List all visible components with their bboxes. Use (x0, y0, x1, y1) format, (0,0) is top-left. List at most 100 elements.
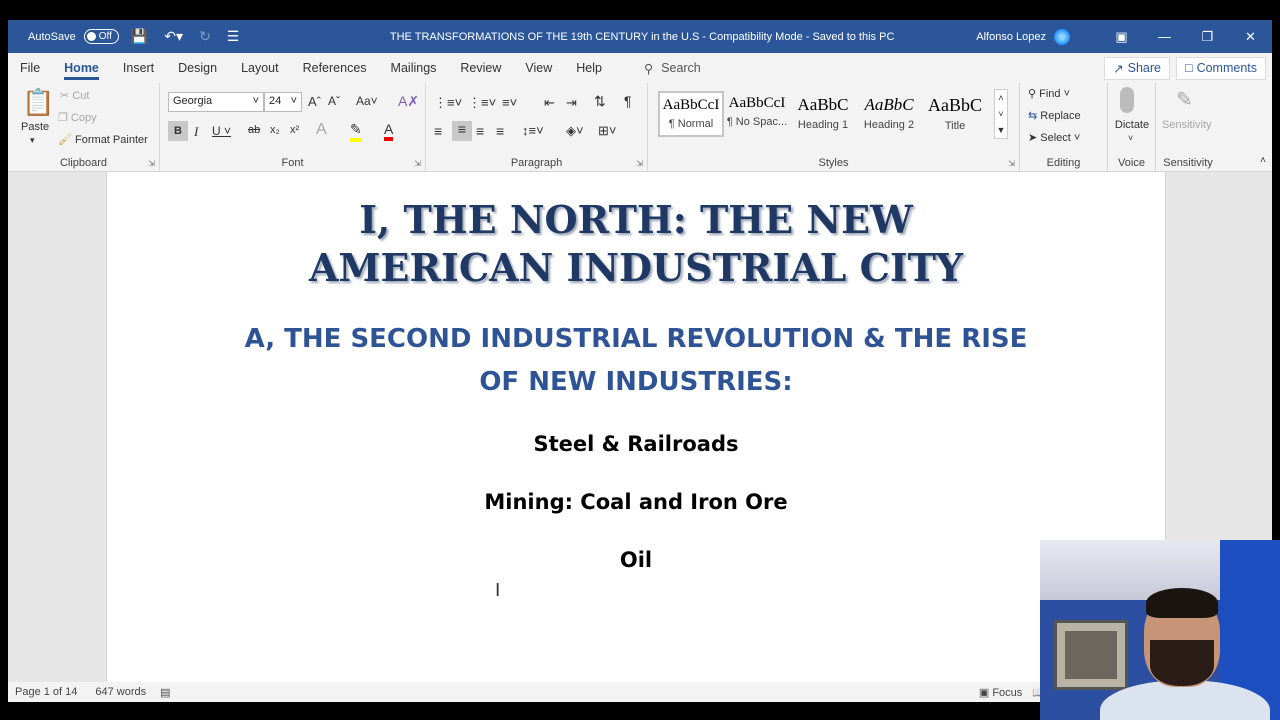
paragraph-group: ⋮≡˅ ⋮≡˅ ≡˅ ⇤ ⇥ ⇅ ¶ ≡ ≡ ≡ ≡ ↕≡˅ ◈˅ ⊞˅ Par… (426, 83, 648, 172)
borders-icon[interactable]: ⊞˅ (598, 123, 616, 139)
strikethrough-button[interactable]: ab (248, 124, 260, 136)
microphone-icon[interactable] (1120, 87, 1134, 113)
heading-1[interactable]: I, THE NORTH: THE NEW AMERICAN INDUSTRIA… (107, 196, 1165, 292)
tab-file[interactable]: File (8, 53, 52, 83)
line-spacing-icon[interactable]: ↕≡˅ (522, 123, 544, 138)
wall-picture-frame (1054, 620, 1128, 690)
proofing-icon[interactable]: ▤ (146, 686, 170, 699)
change-case-icon[interactable]: Aa˅ (356, 94, 378, 108)
paste-dropdown-icon[interactable]: ▾ (30, 135, 35, 146)
dictate-dropdown-icon[interactable]: ˅ (1128, 133, 1133, 143)
save-icon[interactable]: 💾 (127, 28, 152, 45)
sensitivity-button[interactable]: Sensitivity (1162, 119, 1212, 131)
cursor-icon: ➤ (1028, 132, 1038, 144)
copy-button[interactable]: ❐ Copy (58, 111, 97, 124)
body-line-steel[interactable]: Steel & Railroads (107, 432, 1165, 456)
search-box[interactable]: ⚲ Search (644, 61, 701, 76)
style-title[interactable]: AaBbC Title (922, 91, 988, 137)
italic-button[interactable]: I (194, 124, 198, 140)
font-launcher-icon[interactable]: ⇲ (414, 159, 421, 168)
replace-button[interactable]: ⇆ Replace (1028, 109, 1081, 122)
tab-insert[interactable]: Insert (111, 53, 166, 83)
decrease-indent-icon[interactable]: ⇤ (544, 95, 555, 111)
sensitivity-icon[interactable]: ✎ (1176, 87, 1193, 112)
tab-help[interactable]: Help (564, 53, 614, 83)
align-right-icon[interactable]: ≡ (476, 123, 484, 139)
editing-group-label: Editing (1046, 157, 1081, 169)
tab-home[interactable]: Home (52, 53, 111, 83)
font-group: Georgia ˅ 24 ˅ Aˆ Aˇ Aa˅ A✗ B I U ˅ ab x₂ … (160, 83, 426, 172)
dictate-button[interactable]: Dictate (1108, 119, 1156, 131)
customize-quick-access-icon[interactable]: ☰ (223, 28, 244, 45)
multilevel-list-icon[interactable]: ≡˅ (502, 95, 517, 110)
share-button[interactable]: ↗ Share (1104, 56, 1170, 80)
bold-button[interactable]: B (168, 121, 188, 141)
body-line-mining[interactable]: Mining: Coal and Iron Ore (107, 490, 1165, 514)
search-icon: ⚲ (644, 61, 654, 76)
font-color-icon[interactable]: A (384, 121, 394, 141)
restore-button[interactable]: ❐ (1186, 29, 1229, 45)
close-button[interactable]: ✕ (1229, 29, 1272, 45)
heading-2[interactable]: A, THE SECOND INDUSTRIAL REVOLUTION & TH… (107, 318, 1165, 404)
numbering-icon[interactable]: ⋮≡˅ (468, 95, 496, 111)
comments-button[interactable]: □ Comments (1176, 56, 1266, 80)
voice-group: Dictate ˅ Voice (1108, 83, 1156, 172)
ribbon-display-options-icon[interactable]: ▣ (1100, 29, 1143, 45)
paste-icon[interactable]: 📋 (22, 87, 54, 118)
find-button[interactable]: ⚲ Find ˅ (1028, 87, 1070, 100)
subscript-button[interactable]: x₂ (270, 124, 280, 136)
format-painter-button[interactable]: 🖌 Format Painter (58, 133, 148, 146)
user-name[interactable]: Alfonso Lopez (976, 31, 1054, 43)
increase-indent-icon[interactable]: ⇥ (566, 95, 577, 111)
autosave-toggle[interactable]: Off (83, 29, 119, 44)
paste-button[interactable]: Paste (21, 121, 49, 133)
styles-scroll[interactable]: ˄ ˅ ▼ (994, 89, 1008, 139)
font-size-value: 24 (269, 95, 282, 107)
clipboard-launcher-icon[interactable]: ⇲ (148, 159, 155, 168)
style-normal[interactable]: AaBbCcI ¶ Normal (658, 91, 724, 137)
shrink-font-icon[interactable]: Aˇ (328, 94, 340, 108)
tab-review[interactable]: Review (448, 53, 513, 83)
font-name-select[interactable]: Georgia ˅ (168, 92, 264, 112)
text-effects-icon[interactable]: A (316, 121, 327, 139)
styles-launcher-icon[interactable]: ⇲ (1008, 159, 1015, 168)
page-count[interactable]: Page 1 of 14 (8, 686, 77, 698)
word-count[interactable]: 647 words (77, 686, 146, 698)
cut-button[interactable]: ✂ Cut (60, 89, 89, 102)
clear-formatting-icon[interactable]: A✗ (398, 93, 419, 110)
style-heading-2[interactable]: AaBbC Heading 2 (856, 91, 922, 137)
collapse-ribbon-icon[interactable]: ˄ (1260, 155, 1266, 166)
tab-references[interactable]: References (291, 53, 379, 83)
align-left-icon[interactable]: ≡ (434, 123, 442, 139)
style-heading-1[interactable]: AaBbC Heading 1 (790, 91, 856, 137)
underline-button[interactable]: U ˅ (212, 124, 231, 138)
justify-icon[interactable]: ≡ (496, 123, 504, 139)
style-no-spacing[interactable]: AaBbCcI ¶ No Spac... (724, 91, 790, 137)
text-cursor-icon: I (495, 580, 501, 601)
bullets-icon[interactable]: ⋮≡˅ (434, 95, 462, 111)
minimize-button[interactable]: — (1143, 29, 1186, 44)
tab-view[interactable]: View (513, 53, 564, 83)
tab-design[interactable]: Design (166, 53, 229, 83)
tab-mailings[interactable]: Mailings (379, 53, 449, 83)
tab-layout[interactable]: Layout (229, 53, 291, 83)
sort-icon[interactable]: ⇅ (594, 93, 606, 110)
account-avatar-icon[interactable] (1054, 28, 1070, 45)
font-size-select[interactable]: 24 ˅ (264, 92, 302, 112)
select-button[interactable]: ➤ Select ˅ (1028, 131, 1080, 144)
align-center-icon[interactable]: ≡ (452, 121, 472, 141)
highlight-icon[interactable]: ✎ (350, 121, 362, 142)
focus-button[interactable]: ▣ Focus (979, 686, 1032, 699)
heading-1-line-1: I, THE NORTH: THE NEW (359, 197, 913, 242)
redo-icon[interactable]: ↻ (195, 28, 215, 45)
show-formatting-marks-icon[interactable]: ¶ (624, 93, 632, 109)
style-name: ¶ No Spac... (726, 116, 788, 128)
superscript-button[interactable]: x² (290, 124, 299, 136)
grow-font-icon[interactable]: Aˆ (308, 94, 321, 109)
share-label: Share (1127, 61, 1161, 75)
document-page[interactable]: I, THE NORTH: THE NEW AMERICAN INDUSTRIA… (106, 172, 1166, 682)
undo-icon[interactable]: ↶▾ (160, 28, 187, 45)
shading-icon[interactable]: ◈˅ (566, 123, 584, 139)
body-line-oil[interactable]: Oil (107, 548, 1165, 572)
paragraph-launcher-icon[interactable]: ⇲ (636, 159, 643, 168)
